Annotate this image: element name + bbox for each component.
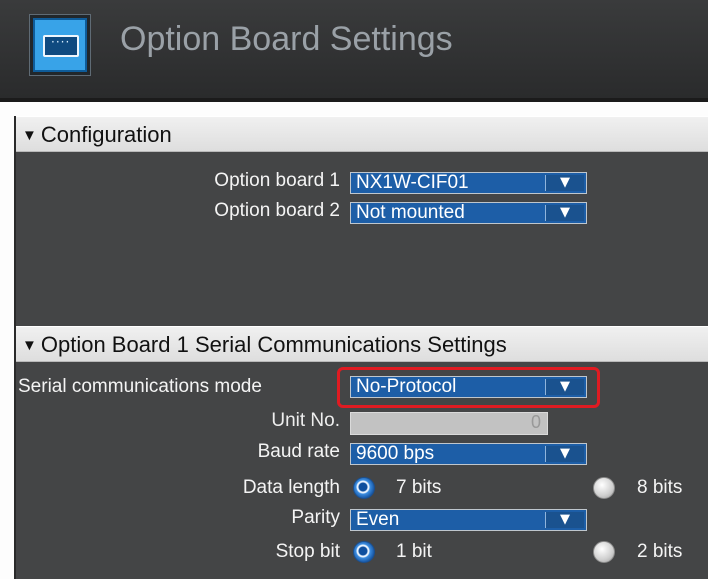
data-length-label: Data length: [242, 477, 340, 498]
unit-no-field: 0: [350, 412, 548, 435]
stop-bit-2-bits-radio[interactable]: [593, 541, 615, 563]
chevron-down-icon[interactable]: ▼: [545, 205, 584, 221]
board-screen-glyph: [43, 35, 79, 57]
option-board-2-label: Option board 2: [214, 200, 340, 221]
collapse-triangle-icon: ▼: [22, 337, 37, 354]
stop-bit-1-bit-label: 1 bit: [396, 541, 432, 562]
stop-bit-1-bit-radio[interactable]: [353, 541, 375, 563]
option-board-1-label: Option board 1: [214, 170, 340, 191]
highlight-annotation: [337, 367, 600, 408]
page-title: Option Board Settings: [120, 20, 453, 58]
option-board-icon: [33, 18, 87, 72]
configuration-section-label: Configuration: [40, 122, 172, 147]
chevron-down-icon[interactable]: ▼: [545, 175, 584, 191]
parity-value: Even: [356, 509, 400, 530]
baud-rate-dropdown[interactable]: 9600 bps ▼: [350, 443, 587, 465]
serial-settings-section-header[interactable]: ▼ Option Board 1 Serial Communications Se…: [16, 326, 708, 362]
option-board-2-dropdown[interactable]: Not mounted ▼: [350, 202, 587, 224]
baud-rate-label: Baud rate: [257, 441, 340, 462]
data-length-8-bits-label: 8 bits: [637, 477, 683, 498]
serial-settings-section-label: Option Board 1 Serial Communications Set…: [40, 332, 507, 357]
serial-mode-label: Serial communications mode: [18, 376, 262, 397]
option-board-2-value: Not mounted: [356, 202, 465, 223]
stop-bit-2-bits-label: 2 bits: [637, 541, 683, 562]
option-board-1-value: NX1W-CIF01: [356, 172, 469, 193]
configuration-section-header[interactable]: ▼ Configuration: [16, 116, 708, 152]
stop-bit-label: Stop bit: [275, 541, 340, 562]
data-length-8-bits-radio[interactable]: [593, 477, 615, 499]
data-length-7-bits-radio[interactable]: [353, 477, 375, 499]
chevron-down-icon[interactable]: ▼: [545, 512, 584, 528]
unit-no-value: 0: [530, 412, 541, 432]
title-bar: Option Board Settings: [0, 0, 708, 102]
chevron-down-icon[interactable]: ▼: [545, 446, 584, 462]
data-length-7-bits-label: 7 bits: [396, 477, 442, 498]
parity-label: Parity: [291, 507, 340, 528]
parity-dropdown[interactable]: Even ▼: [350, 509, 587, 531]
collapse-triangle-icon: ▼: [22, 127, 37, 144]
unit-no-label: Unit No.: [271, 410, 340, 431]
baud-rate-value: 9600 bps: [356, 443, 435, 464]
option-board-1-dropdown[interactable]: NX1W-CIF01 ▼: [350, 172, 587, 194]
